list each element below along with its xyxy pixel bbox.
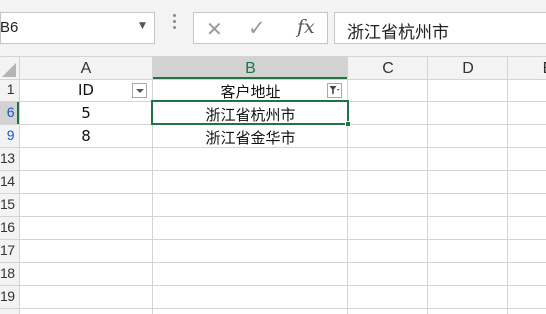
column-header-d[interactable]: D — [428, 58, 508, 79]
select-all-triangle-icon — [2, 63, 16, 77]
column-header-a[interactable]: A — [20, 58, 152, 79]
cancel-icon[interactable]: ✕ — [206, 17, 223, 41]
enter-icon[interactable]: ✓ — [248, 16, 266, 40]
select-all-button[interactable] — [0, 57, 19, 79]
name-box[interactable]: B6 ▼ — [0, 12, 155, 44]
gridline — [0, 239, 546, 240]
formula-input-value: 浙江省杭州市 — [347, 23, 449, 43]
gridline — [427, 56, 428, 314]
gridline — [0, 262, 546, 263]
gridline — [0, 79, 546, 80]
active-cell-border — [151, 100, 349, 125]
gridline — [0, 285, 546, 286]
name-box-value: B6 — [0, 19, 19, 36]
cell-a9[interactable]: 8 — [20, 127, 152, 145]
row-header-16[interactable]: 16 — [0, 219, 15, 235]
filter-applied-button-b[interactable] — [327, 83, 342, 98]
gridline — [0, 193, 546, 194]
insert-function-icon[interactable]: fx — [297, 16, 315, 38]
gridline — [507, 56, 508, 314]
row-header-15[interactable]: 15 — [0, 196, 15, 212]
formula-input[interactable]: 浙江省杭州市 — [334, 12, 546, 44]
row-header-14[interactable]: 14 — [0, 173, 15, 189]
row-header-18[interactable]: 18 — [0, 265, 15, 281]
fill-handle[interactable] — [345, 121, 351, 127]
row-header-17[interactable]: 17 — [0, 242, 15, 258]
cell-a6[interactable]: 5 — [20, 104, 152, 122]
column-header-e[interactable]: E — [508, 58, 546, 79]
gridline — [0, 216, 546, 217]
cell-b1[interactable]: 客户地址 — [153, 81, 348, 102]
row-header-9[interactable]: 9 — [0, 127, 15, 143]
gridline — [0, 308, 546, 309]
column-header-b[interactable]: B — [153, 58, 348, 79]
chevron-down-icon — [136, 89, 144, 93]
column-header-c[interactable]: C — [348, 58, 428, 79]
row-header-1[interactable]: 1 — [0, 81, 15, 97]
row-header-19[interactable]: 19 — [0, 288, 15, 304]
chevron-down-icon[interactable]: ▼ — [139, 21, 146, 31]
filter-dropdown-button-a[interactable] — [132, 83, 147, 98]
more-dots-icon — [173, 14, 176, 30]
gridline — [0, 170, 546, 171]
cell-b9[interactable]: 浙江省金华市 — [153, 127, 348, 148]
filter-icon — [329, 86, 340, 95]
row-header-13[interactable]: 13 — [0, 150, 15, 166]
row-header-6[interactable]: 6 — [0, 104, 15, 120]
formula-buttons: ✕ ✓ fx — [193, 12, 328, 44]
